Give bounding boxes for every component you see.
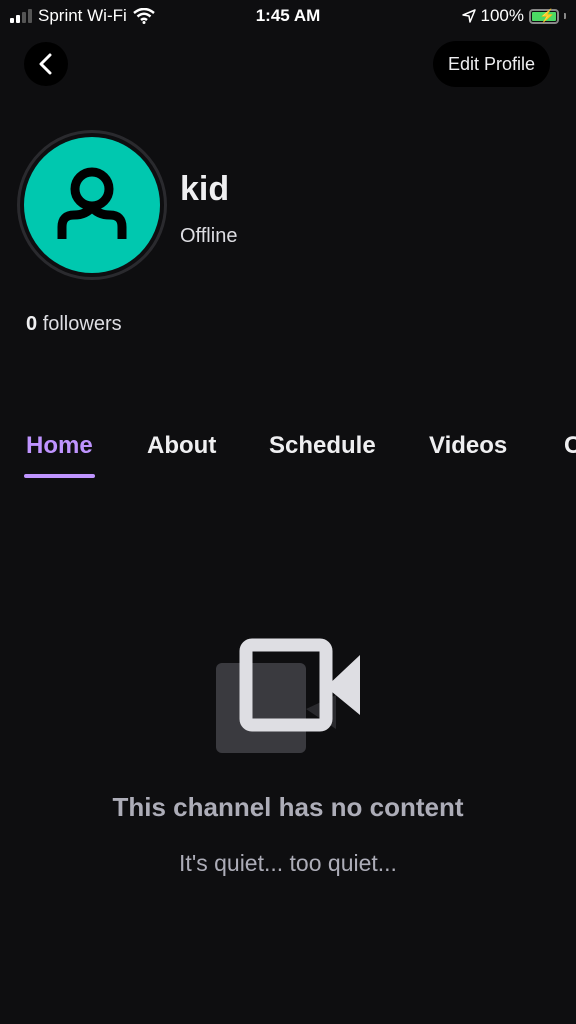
empty-state-title: This channel has no content (112, 792, 464, 822)
location-arrow-icon (461, 9, 476, 23)
tab-schedule[interactable]: Schedule (269, 432, 376, 460)
followers-label: followers (42, 313, 122, 335)
user-silhouette-icon (57, 167, 127, 239)
battery-percent: 100% (480, 6, 524, 25)
chevron-left-icon (39, 53, 52, 75)
tab-home[interactable]: Home (26, 432, 93, 460)
username: kid (180, 170, 230, 208)
battery-tip (564, 13, 566, 19)
followers-count[interactable]: 0 followers (26, 313, 122, 336)
live-status: Offline (180, 225, 238, 247)
avatar-image (24, 137, 160, 273)
avatar[interactable] (17, 130, 167, 280)
followers-number: 0 (26, 313, 38, 335)
edit-profile-button[interactable]: Edit Profile (432, 41, 550, 87)
video-camera-icon (216, 638, 360, 753)
charging-bolt-icon: ⚡ (539, 7, 556, 23)
empty-state-subtitle: It's quiet... too quiet... (179, 850, 397, 876)
tab-videos[interactable]: Videos (429, 432, 507, 460)
tab-clips[interactable]: Clips (564, 432, 576, 460)
active-tab-indicator (24, 474, 95, 478)
channel-tabs: Home About Schedule Videos Clips (0, 428, 576, 482)
battery-icon: ⚡ (529, 7, 559, 24)
tab-about[interactable]: About (147, 432, 216, 460)
back-button[interactable] (24, 42, 68, 86)
status-bar: Sprint Wi-Fi 1:45 AM 100% ⚡ (0, 0, 576, 34)
